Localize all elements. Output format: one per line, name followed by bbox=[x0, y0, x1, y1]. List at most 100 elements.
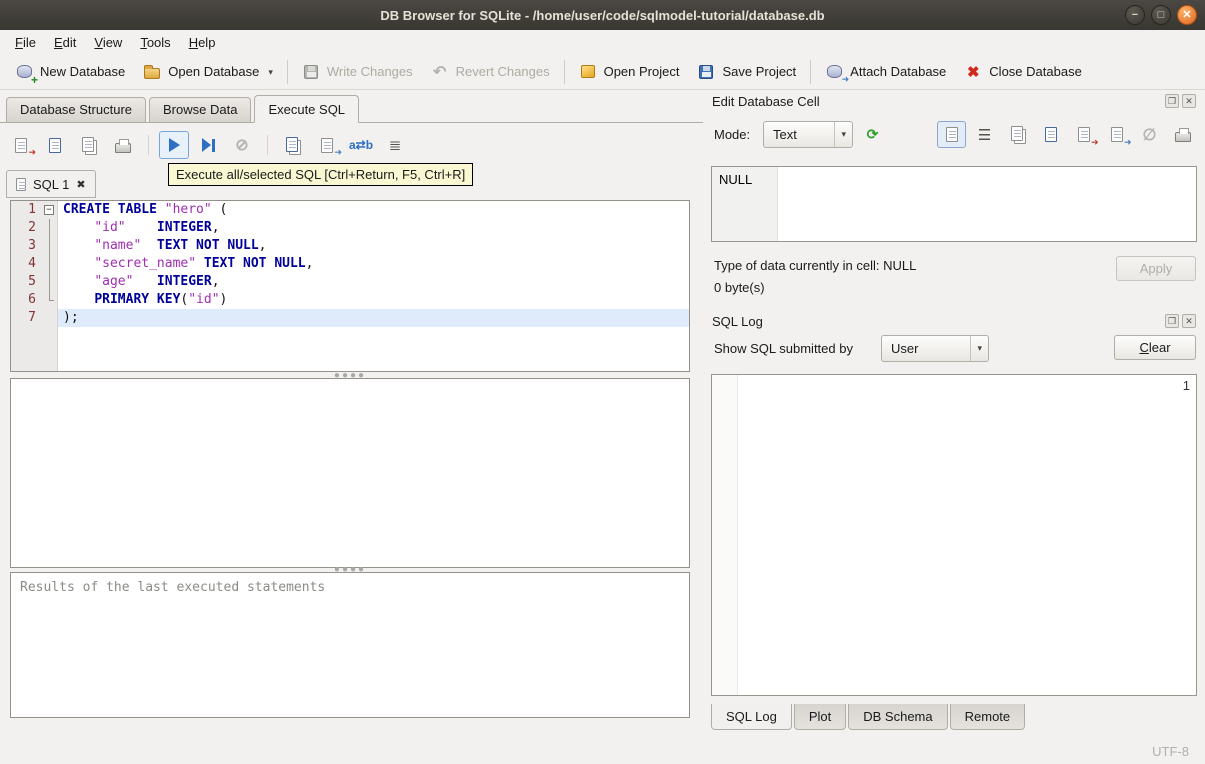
copy-cell-button[interactable] bbox=[1003, 121, 1032, 148]
editor-line-2[interactable]: 2 "id" INTEGER, bbox=[11, 219, 689, 237]
paste-icon bbox=[1044, 127, 1057, 142]
export-results-button[interactable] bbox=[312, 131, 342, 159]
menu-tools[interactable]: Tools bbox=[131, 32, 179, 53]
sql-log-float-button[interactable]: ❐ bbox=[1165, 314, 1179, 328]
export-to-file-button[interactable] bbox=[1102, 121, 1131, 148]
auto-switch-icon: ⟳ bbox=[866, 126, 879, 142]
tab-execute-sql[interactable]: Execute SQL bbox=[254, 95, 360, 123]
attach-database-button[interactable]: Attach Database bbox=[816, 58, 955, 86]
write-changes-button[interactable]: Write Changes bbox=[293, 58, 422, 86]
sql-log-area[interactable]: 1 bbox=[711, 374, 1197, 696]
menu-help[interactable]: Help bbox=[180, 32, 225, 53]
tab-database-structure[interactable]: Database Structure bbox=[6, 97, 147, 122]
bottom-tab-plot[interactable]: Plot bbox=[793, 704, 847, 730]
open-new-tab-button[interactable] bbox=[278, 131, 308, 159]
code-text: "secret_name" TEXT NOT NULL, bbox=[94, 256, 314, 271]
print-cell-button[interactable] bbox=[1168, 121, 1197, 148]
editor-line-3[interactable]: 3 "name" TEXT NOT NULL, bbox=[11, 237, 689, 255]
log-filter-select[interactable]: User ▾ bbox=[881, 335, 989, 362]
log-line-number: 1 bbox=[1182, 378, 1190, 393]
tab-browse-data[interactable]: Browse Data bbox=[149, 97, 252, 122]
mode-label: Mode: bbox=[714, 127, 751, 142]
cell-value: NULL bbox=[719, 172, 753, 187]
editor-line-5[interactable]: 5 "age" INTEGER, bbox=[11, 273, 689, 291]
export-file-icon bbox=[1108, 126, 1131, 148]
sql-tab-close-icon[interactable]: ✖ bbox=[76, 178, 85, 191]
editor-line-6[interactable]: 6 PRIMARY KEY("id") bbox=[11, 291, 689, 309]
revert-changes-button[interactable]: ↶ Revert Changes bbox=[422, 58, 559, 86]
print-sql-button[interactable] bbox=[108, 131, 138, 159]
save-sql-as-button[interactable] bbox=[74, 131, 104, 159]
menubar: File Edit View Tools Help bbox=[0, 30, 1205, 54]
close-database-button[interactable]: ✖ Close Database bbox=[955, 58, 1091, 86]
save-project-button[interactable]: Save Project bbox=[688, 58, 805, 86]
print-cell-icon bbox=[1174, 128, 1191, 142]
save-sql-file-button[interactable] bbox=[40, 131, 70, 159]
execute-all-icon bbox=[165, 136, 183, 154]
results-message-pane[interactable]: Results of the last executed statements bbox=[10, 572, 690, 718]
workspace: Database Structure Browse Data Execute S… bbox=[0, 90, 1205, 738]
bottom-tabbar: SQL Log Plot DB Schema Remote bbox=[711, 704, 1026, 730]
sql-document-tab[interactable]: SQL 1 ✖ bbox=[6, 170, 96, 198]
cell-editor[interactable]: NULL bbox=[711, 166, 1197, 242]
open-project-button[interactable]: Open Project bbox=[570, 58, 689, 86]
encoding-indicator[interactable]: UTF-8 bbox=[1152, 744, 1189, 759]
menu-view[interactable]: View bbox=[85, 32, 131, 53]
editor-line-4[interactable]: 4 "secret_name" TEXT NOT NULL, bbox=[11, 255, 689, 273]
mode-select[interactable]: Text ▾ bbox=[763, 121, 853, 148]
line-number: 5 bbox=[28, 274, 36, 289]
sql-log-close-button[interactable]: ✕ bbox=[1182, 314, 1196, 328]
format-sql-icon: ≣ bbox=[388, 137, 402, 154]
fold-collapse-icon[interactable]: − bbox=[44, 205, 54, 215]
save-project-icon bbox=[697, 63, 715, 81]
sql-log-title: SQL Log bbox=[712, 313, 763, 329]
attach-database-label: Attach Database bbox=[850, 64, 947, 79]
sql-toolbar: ⊘ a⇄b ≣ bbox=[6, 129, 410, 161]
results-grid-pane[interactable] bbox=[10, 378, 690, 568]
set-null-button[interactable]: ∅ bbox=[1135, 121, 1164, 148]
menu-edit[interactable]: Edit bbox=[45, 32, 85, 53]
line-number: 3 bbox=[28, 238, 36, 253]
editor-line-1[interactable]: 1− CREATE TABLE "hero" ( bbox=[11, 201, 689, 219]
format-sql-button[interactable]: ≣ bbox=[380, 131, 410, 159]
open-project-icon bbox=[579, 63, 597, 81]
stop-button[interactable]: ⊘ bbox=[227, 131, 257, 159]
clear-log-button[interactable]: Clear bbox=[1114, 335, 1196, 360]
menu-file[interactable]: File bbox=[6, 32, 45, 53]
open-sql-file-button[interactable] bbox=[6, 131, 36, 159]
titlebar[interactable]: DB Browser for SQLite - /home/user/code/… bbox=[0, 0, 1205, 30]
apply-button[interactable]: Apply bbox=[1116, 256, 1196, 281]
open-database-label: Open Database bbox=[168, 64, 260, 79]
text-view-icon bbox=[945, 127, 958, 142]
execute-all-button[interactable] bbox=[159, 131, 189, 159]
edit-cell-close-button[interactable]: ✕ bbox=[1182, 94, 1196, 108]
maximize-button[interactable]: □ bbox=[1151, 5, 1171, 25]
text-view-button[interactable] bbox=[937, 121, 966, 148]
word-wrap-button[interactable]: ☰ bbox=[970, 121, 999, 148]
import-from-file-button[interactable] bbox=[1069, 121, 1098, 148]
mode-value: Text bbox=[773, 127, 797, 142]
open-database-button[interactable]: Open Database ▾ bbox=[134, 58, 282, 86]
bottom-tab-db-schema[interactable]: DB Schema bbox=[848, 704, 948, 730]
code-text: ); bbox=[58, 309, 689, 327]
fold-margin[interactable]: − bbox=[41, 201, 58, 219]
close-button[interactable]: ✕ bbox=[1177, 5, 1197, 25]
write-changes-icon bbox=[302, 63, 320, 81]
toolbar-separator bbox=[563, 59, 565, 84]
open-database-dropdown-icon[interactable]: ▾ bbox=[268, 67, 273, 81]
find-replace-button[interactable]: a⇄b bbox=[346, 131, 376, 159]
sql-editor[interactable]: 1− CREATE TABLE "hero" (2 "id" INTEGER, 3 … bbox=[10, 200, 690, 372]
bottom-tab-sql-log[interactable]: SQL Log bbox=[711, 704, 792, 730]
write-changes-label: Write Changes bbox=[326, 64, 413, 79]
bottom-tab-remote[interactable]: Remote bbox=[949, 704, 1026, 730]
paste-cell-button[interactable] bbox=[1036, 121, 1065, 148]
results-placeholder: Results of the last executed statements bbox=[20, 580, 326, 595]
new-database-button[interactable]: New Database bbox=[6, 58, 134, 87]
auto-switch-mode-button[interactable]: ⟳ bbox=[858, 121, 887, 148]
export-results-icon bbox=[318, 136, 342, 158]
sql-editor-lines: 1− CREATE TABLE "hero" (2 "id" INTEGER, 3 … bbox=[11, 201, 689, 327]
editor-line-7[interactable]: 7); bbox=[11, 309, 689, 327]
execute-line-button[interactable] bbox=[193, 131, 223, 159]
edit-cell-float-button[interactable]: ❐ bbox=[1165, 94, 1179, 108]
minimize-button[interactable]: − bbox=[1125, 5, 1145, 25]
